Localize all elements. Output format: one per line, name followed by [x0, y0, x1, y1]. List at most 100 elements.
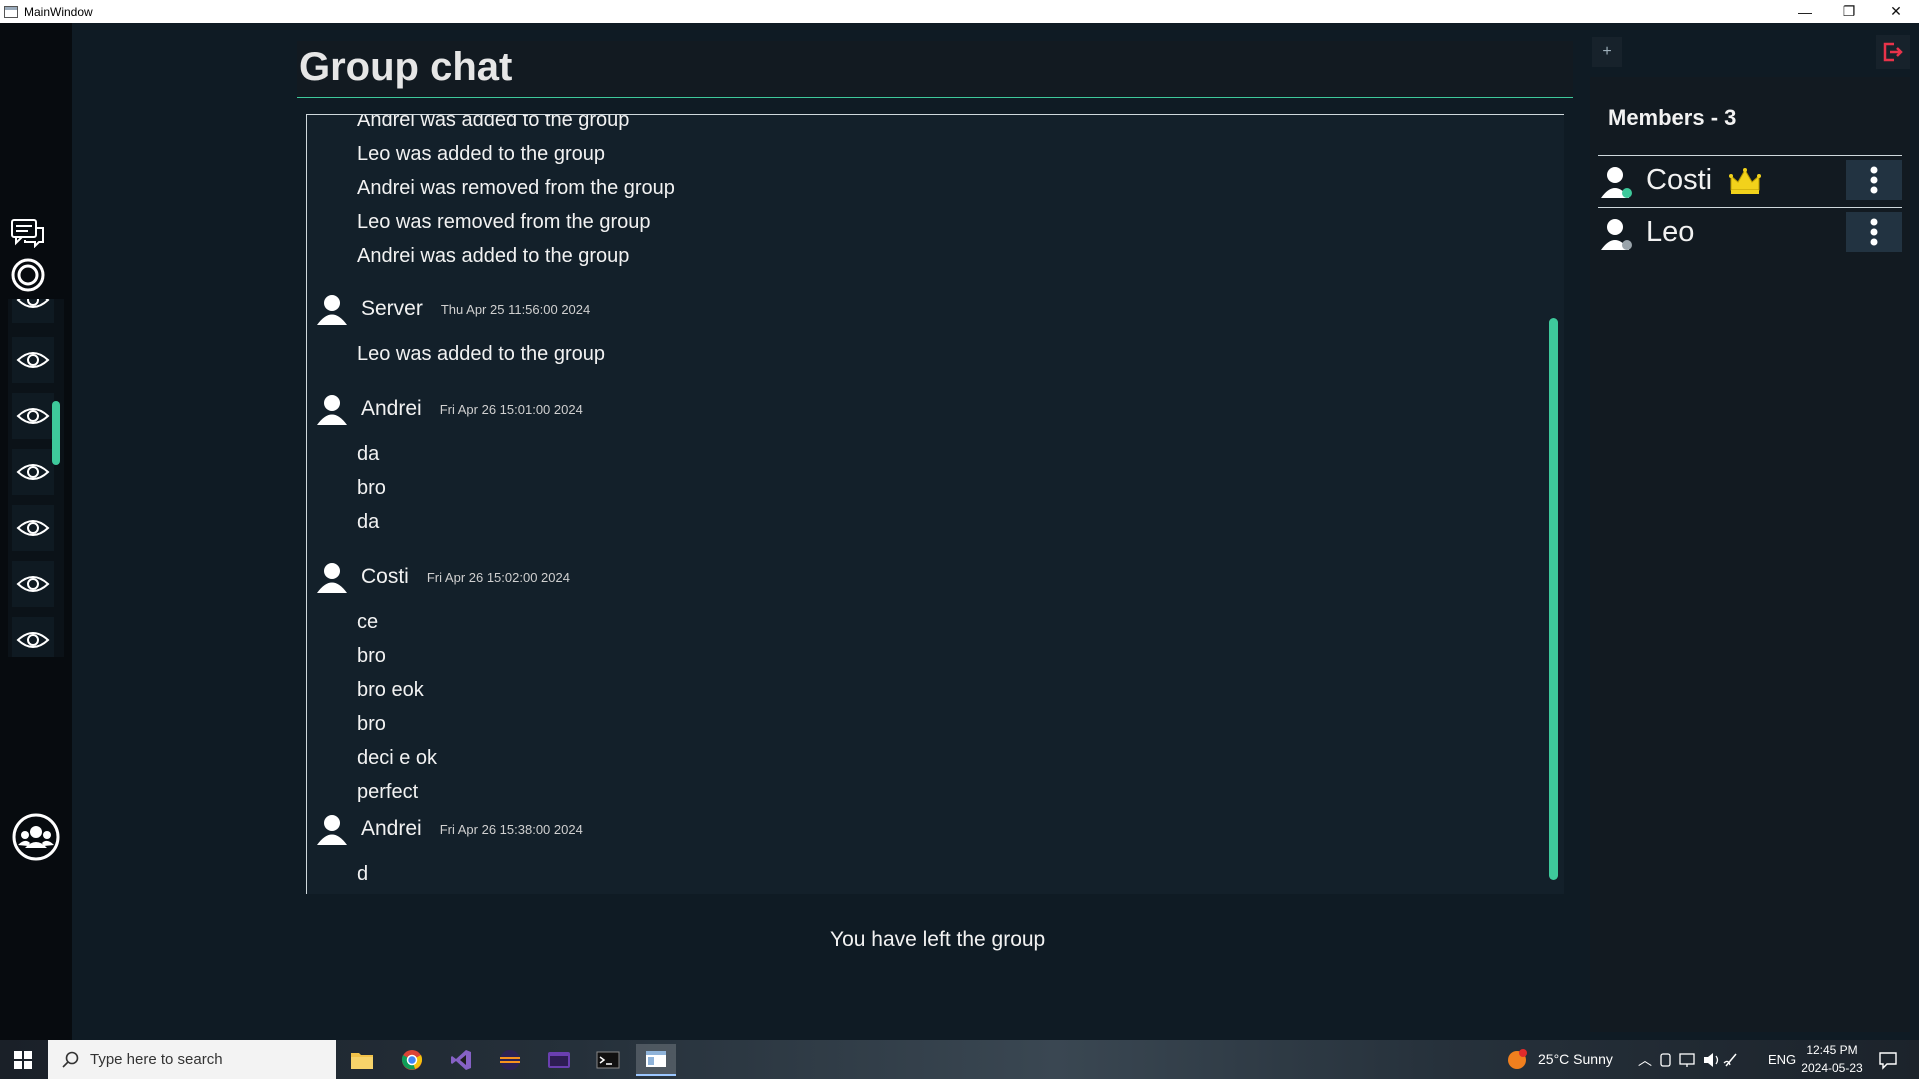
tray-chevron-icon[interactable]: ︿ [1638, 1050, 1652, 1070]
eye-icon [16, 464, 50, 480]
window-title: MainWindow [24, 4, 93, 19]
search-placeholder: Type here to search [90, 1051, 223, 1068]
message-text: bro [357, 645, 386, 667]
clock-time: 12:45 PM [1806, 1043, 1858, 1057]
crown-icon [1729, 168, 1761, 194]
message-header: Andrei Fri Apr 26 15:01:00 2024 [315, 391, 583, 427]
weather-text[interactable]: 25°C Sunny [1538, 1051, 1613, 1067]
more-vertical-icon [1870, 166, 1878, 194]
left-group-status: You have left the group [830, 928, 1046, 951]
friends-icon[interactable] [11, 812, 61, 862]
system-message: Andrei was removed from the group [357, 177, 675, 199]
user-avatar-icon [317, 295, 347, 325]
eye-icon [16, 632, 50, 648]
message-author: Andrei [361, 817, 422, 840]
system-message: Leo was removed from the group [357, 211, 651, 233]
mainwindow-taskbar-button[interactable] [636, 1044, 676, 1076]
message-timestamp: Fri Apr 26 15:01:00 2024 [439, 401, 583, 417]
message-header: Andrei Fri Apr 26 15:38:00 2024 [315, 811, 583, 847]
member-row[interactable]: Leo [1598, 207, 1902, 259]
group-item[interactable] [12, 505, 54, 551]
group-item[interactable] [12, 617, 54, 657]
member-avatar-icon [1601, 167, 1632, 198]
visual-studio-icon[interactable] [441, 1044, 481, 1076]
clock[interactable]: 12:45 PM 2024-05-23 [1800, 1043, 1864, 1075]
chats-icon[interactable] [10, 215, 46, 251]
group-item[interactable] [12, 299, 54, 323]
file-explorer-icon[interactable] [342, 1044, 382, 1076]
system-message: Andrei was added to the group [357, 245, 630, 267]
start-button[interactable] [0, 1040, 46, 1079]
message-text: ce [357, 611, 379, 633]
windows-logo-icon [14, 1050, 32, 1069]
message-header: Server Thu Apr 25 11:56:00 2024 [315, 291, 590, 327]
taskbar: Type here to search 25°C Sunny ︿ ENG 12:… [0, 1040, 1919, 1079]
message-timestamp: Fri Apr 26 15:38:00 2024 [439, 821, 583, 837]
user-avatar-icon [317, 395, 347, 425]
message-text: bro [357, 713, 386, 735]
group-item[interactable] [12, 561, 54, 607]
message-text: da [357, 511, 380, 533]
add-member-button[interactable]: + [1592, 37, 1622, 67]
members-title: Members - 3 [1608, 105, 1737, 130]
member-row[interactable]: Costi [1598, 155, 1902, 207]
message-text: deci e ok [357, 747, 438, 769]
page-title: Group chat [299, 45, 513, 89]
member-name: Costi [1646, 164, 1713, 196]
member-avatar-icon [1601, 219, 1632, 250]
app-root: Group chat Andrei was added to the group… [0, 23, 1919, 1040]
groups-scrollbar[interactable] [52, 401, 60, 465]
group-item-selected[interactable] [12, 393, 54, 439]
search-icon [62, 1051, 79, 1068]
eye-icon [16, 352, 50, 368]
dev-tool-icon[interactable] [539, 1044, 579, 1076]
left-sidebar [0, 23, 72, 1040]
user-avatar-icon [317, 815, 347, 845]
chrome-icon[interactable] [392, 1044, 432, 1076]
message-header: Costi Fri Apr 26 15:02:00 2024 [315, 559, 570, 595]
members-panel: Members - 3 Costi Leo [1590, 77, 1910, 1032]
message-text: Leo was added to the group [357, 343, 605, 365]
eclipse-icon[interactable] [490, 1044, 530, 1076]
eye-icon [16, 299, 50, 308]
message-author: Andrei [361, 397, 422, 420]
eye-icon [16, 408, 50, 424]
clock-date: 2024-05-23 [1801, 1061, 1863, 1075]
member-options-button[interactable] [1846, 212, 1902, 252]
message-text: bro eok [357, 679, 424, 701]
chat-messages[interactable]: Andrei was added to the group Leo was ad… [306, 114, 1564, 894]
terminal-icon[interactable] [588, 1044, 628, 1076]
member-options-button[interactable] [1846, 160, 1902, 200]
eye-icon [16, 520, 50, 536]
exit-icon [1883, 42, 1903, 62]
notifications-icon[interactable] [1878, 1050, 1898, 1070]
restore-button[interactable]: ❐ [1826, 0, 1872, 23]
weather-sun-icon[interactable] [1506, 1048, 1528, 1070]
window-titlebar: MainWindow — ❐ ✕ [0, 0, 1919, 23]
language-indicator[interactable]: ENG [1768, 1052, 1796, 1067]
app-window-icon [4, 5, 18, 18]
message-text: da [357, 443, 380, 465]
message-author: Server [361, 297, 423, 320]
chat-scrollbar[interactable] [1549, 318, 1558, 880]
leave-group-button[interactable] [1876, 35, 1910, 69]
member-name: Leo [1646, 216, 1695, 248]
close-window-button[interactable]: ✕ [1873, 0, 1919, 23]
user-avatar-icon [317, 563, 347, 593]
more-vertical-icon [1870, 218, 1878, 246]
system-tray-icons[interactable] [1660, 1051, 1740, 1069]
message-timestamp: Fri Apr 26 15:02:00 2024 [426, 569, 570, 585]
message-timestamp: Thu Apr 25 11:56:00 2024 [440, 301, 591, 317]
message-text: d [357, 863, 369, 885]
system-message: Andrei was added to the group [357, 114, 630, 131]
app-logo-icon[interactable] [10, 257, 46, 293]
message-author: Costi [361, 565, 409, 588]
taskbar-search[interactable]: Type here to search [48, 1040, 336, 1079]
minimize-button[interactable]: — [1782, 0, 1828, 23]
group-item[interactable] [12, 449, 54, 495]
system-message: Leo was added to the group [357, 143, 605, 165]
groups-list[interactable] [8, 299, 64, 657]
eye-icon [16, 576, 50, 592]
message-text: bro [357, 477, 386, 499]
group-item[interactable] [12, 337, 54, 383]
